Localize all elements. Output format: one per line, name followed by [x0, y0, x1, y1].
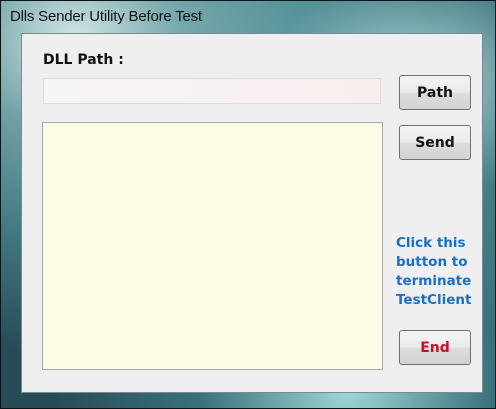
dll-path-label: DLL Path : — [43, 52, 124, 68]
client-area: DLL Path : Path Send Click this button t… — [21, 33, 483, 393]
app-window: Dlls Sender Utility Before Test DLL Path… — [0, 0, 496, 409]
hint-line: terminate — [396, 273, 472, 289]
dll-path-input[interactable] — [43, 78, 381, 104]
hint-line: button to — [396, 254, 468, 270]
terminate-hint-text: Click this button to terminate TestClien… — [396, 234, 478, 310]
output-textarea[interactable] — [42, 122, 383, 370]
title-bar[interactable]: Dlls Sender Utility Before Test — [1, 1, 496, 31]
end-button[interactable]: End — [399, 330, 471, 365]
window-title: Dlls Sender Utility Before Test — [10, 8, 202, 25]
path-button[interactable]: Path — [399, 75, 471, 110]
send-button[interactable]: Send — [399, 125, 471, 160]
hint-line: Click this — [396, 235, 466, 251]
hint-line: TestClient — [396, 292, 472, 308]
